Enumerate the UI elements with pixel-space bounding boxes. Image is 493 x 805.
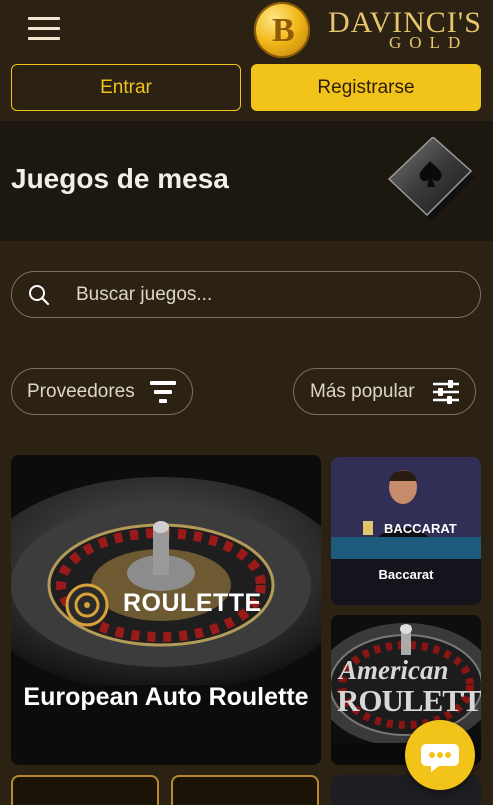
logo-word-gold: GOLD [389, 33, 469, 52]
game-tile-partial-1[interactable] [11, 775, 159, 805]
search-bar[interactable] [11, 271, 481, 318]
search-input[interactable] [76, 272, 466, 317]
game-title: Baccarat [378, 567, 434, 582]
funnel-filter-icon [150, 381, 176, 403]
game-tile-european-auto-roulette[interactable]: ROULETTE European Auto Roulette [11, 455, 321, 765]
game-title: European Auto Roulette [23, 683, 309, 711]
category-banner: Juegos de mesa [0, 121, 493, 241]
hamburger-menu-icon[interactable] [28, 17, 62, 45]
sort-label: Más popular [310, 380, 415, 402]
search-icon[interactable] [28, 284, 50, 306]
logo-coin-icon: B [254, 2, 310, 58]
american-roulette-badge-line1: American [339, 655, 449, 685]
providers-filter-label: Proveedores [27, 380, 135, 402]
chat-bubble-icon [421, 744, 459, 772]
login-button[interactable]: Entrar [11, 64, 241, 111]
logo-coin-letter: B [272, 12, 295, 49]
game-tile-baccarat[interactable]: BACCARAT Baccarat [331, 457, 481, 605]
ace-of-spades-card-icon [385, 135, 477, 223]
page-title: Juegos de mesa [11, 163, 229, 194]
american-roulette-badge-line2: ROULETTE [337, 683, 481, 718]
baccarat-badge-text: BACCARAT [384, 521, 457, 536]
chat-button[interactable] [405, 720, 475, 790]
top-bar: B DAVINCI'S GOLD Entrar Registrarse [0, 0, 493, 120]
sort-dropdown[interactable]: Más popular [293, 368, 476, 415]
game-tile-partial-2[interactable] [171, 775, 319, 805]
roulette-badge-text: ROULETTE [123, 589, 262, 617]
providers-filter-button[interactable]: Proveedores [11, 368, 193, 415]
sliders-icon [433, 380, 459, 404]
logo[interactable]: B DAVINCI'S GOLD [252, 0, 482, 58]
register-button[interactable]: Registrarse [251, 64, 481, 111]
